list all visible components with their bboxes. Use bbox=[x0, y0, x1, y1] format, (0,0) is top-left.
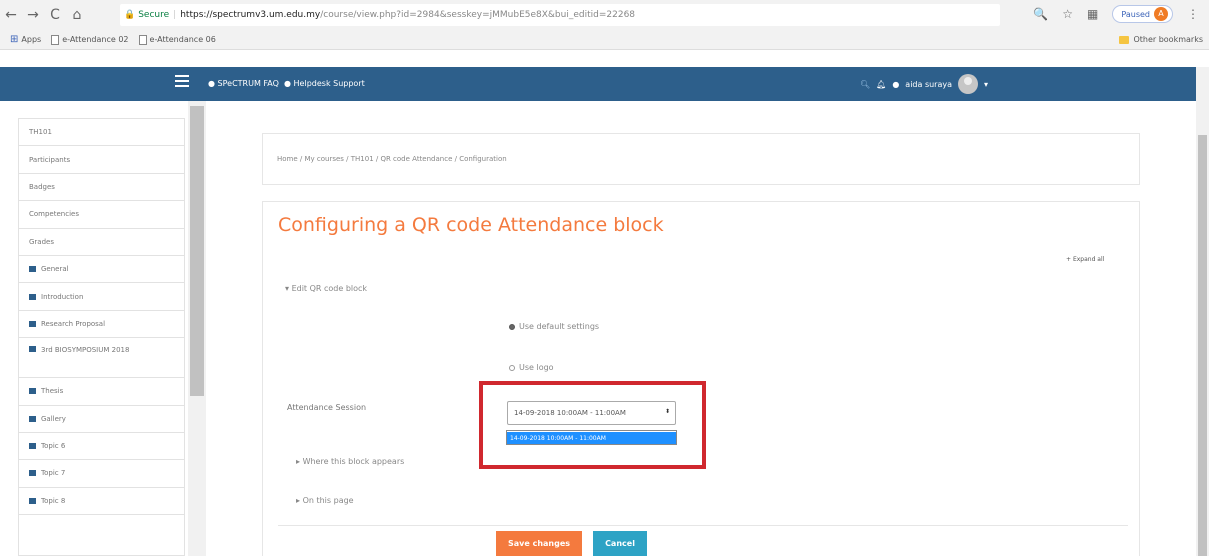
secure-label: Secure bbox=[138, 10, 170, 20]
folder-icon bbox=[29, 443, 36, 450]
search-icon[interactable]: 🔍︎ bbox=[860, 80, 870, 89]
browser-toolbar: ← → C ⌂ 🔒 Secure | https://spectrumv3.um… bbox=[0, 0, 1209, 30]
hamburger-menu-icon[interactable] bbox=[175, 75, 189, 87]
paused-label: Paused bbox=[1121, 9, 1150, 19]
course-sidebar: TH101 Participants Badges Competencies Grade… bbox=[18, 118, 185, 556]
sidebar-item[interactable]: Participants bbox=[19, 146, 184, 174]
folder-icon bbox=[29, 266, 36, 273]
bookmark-label: Apps bbox=[21, 35, 42, 44]
bookmark-apps[interactable]: ⊞ Apps bbox=[10, 34, 41, 45]
profile-avatar: A bbox=[1154, 7, 1168, 21]
sidebar-item-label: Topic 6 bbox=[41, 442, 66, 451]
sidebar-item-label: General bbox=[41, 265, 69, 274]
nav-faq-link[interactable]: ● SPeCTRUM FAQ bbox=[208, 79, 279, 88]
radio-logo[interactable] bbox=[509, 364, 515, 371]
sidebar-item[interactable]: Competencies bbox=[19, 201, 184, 229]
folder-icon bbox=[29, 320, 36, 327]
bell-icon[interactable]: 🔔︎ bbox=[876, 80, 886, 89]
sidebar-item[interactable]: Grades bbox=[19, 229, 184, 256]
address-bar[interactable]: 🔒 Secure | https://spectrumv3.um.edu.my … bbox=[120, 4, 1000, 26]
config-card bbox=[262, 201, 1140, 556]
user-name[interactable]: aida suraya bbox=[905, 80, 952, 89]
bookmark-label: e-Attendance 02 bbox=[62, 35, 129, 44]
sidebar-scrollbar-thumb[interactable] bbox=[190, 106, 204, 396]
reload-icon[interactable]: C bbox=[44, 7, 66, 23]
lock-icon: 🔒 bbox=[124, 10, 136, 20]
sidebar-item-label: Participants bbox=[29, 155, 71, 164]
expand-all-link[interactable]: + Expand all bbox=[1066, 256, 1104, 263]
home-icon[interactable]: ⌂ bbox=[66, 7, 88, 23]
folder-icon bbox=[29, 388, 36, 395]
sidebar-item-label: Competencies bbox=[29, 210, 79, 219]
chevron-down-icon[interactable]: ▾ bbox=[984, 80, 988, 89]
breadcrumb[interactable]: Home / My courses / TH101 / QR code Atte… bbox=[262, 133, 1140, 185]
sidebar-item[interactable]: General bbox=[19, 256, 184, 284]
back-icon[interactable]: ← bbox=[0, 7, 22, 23]
sidebar-item[interactable]: TH101 bbox=[19, 119, 184, 147]
bookmarks-bar: ⊞ Apps e-Attendance 02 e-Attendance 06 O… bbox=[0, 30, 1209, 50]
sidebar-item-label: Introduction bbox=[41, 292, 84, 301]
extension-icon[interactable]: ▦ bbox=[1087, 7, 1098, 21]
default-settings-option[interactable]: Use default settings bbox=[509, 322, 599, 331]
sidebar-item-label: TH101 bbox=[29, 128, 52, 137]
url-host: https://spectrumv3.um.edu.my bbox=[180, 10, 321, 20]
sidebar-item[interactable]: Topic 8 bbox=[19, 488, 184, 516]
red-highlight-box bbox=[479, 381, 706, 469]
divider bbox=[278, 525, 1128, 526]
bookmark-item[interactable]: e-Attendance 02 bbox=[51, 34, 129, 45]
sidebar-item-label: Badges bbox=[29, 182, 55, 191]
folder-icon bbox=[29, 470, 36, 477]
page-scrollbar-thumb[interactable] bbox=[1198, 135, 1207, 556]
sidebar-item-label: Gallery bbox=[41, 414, 66, 423]
bookmark-label: e-Attendance 06 bbox=[149, 35, 216, 44]
edit-section-toggle[interactable]: ▾ Edit QR code block bbox=[285, 284, 367, 293]
cancel-button[interactable]: Cancel bbox=[593, 531, 647, 556]
zoom-icon[interactable]: 🔍 bbox=[1033, 7, 1048, 21]
use-logo-option[interactable]: Use logo bbox=[509, 363, 554, 372]
sidebar-item[interactable]: Research Proposal bbox=[19, 311, 184, 339]
apps-grid-icon: ⊞ bbox=[10, 34, 19, 45]
attendance-session-label: Attendance Session bbox=[287, 403, 367, 412]
save-changes-button[interactable]: Save changes bbox=[496, 531, 582, 556]
sidebar-item[interactable]: Thesis bbox=[19, 378, 184, 406]
folder-icon bbox=[29, 415, 36, 422]
menu-icon[interactable]: ⋮ bbox=[1187, 7, 1199, 21]
other-bookmarks-label: Other bookmarks bbox=[1133, 35, 1203, 44]
radio-default[interactable] bbox=[509, 323, 515, 330]
sidebar-item[interactable]: Badges bbox=[19, 174, 184, 202]
page-icon bbox=[51, 34, 60, 45]
site-navbar: ● SPeCTRUM FAQ ● Helpdesk Support 🔍︎ 🔔︎ … bbox=[0, 67, 1196, 101]
sidebar-item[interactable]: 3rd BIOSYMPOSIUM 2018 bbox=[19, 338, 184, 379]
sidebar-item[interactable]: Gallery bbox=[19, 406, 184, 433]
nav-helpdesk-link[interactable]: ● Helpdesk Support bbox=[284, 79, 365, 88]
folder-icon bbox=[1119, 35, 1130, 44]
page-icon bbox=[138, 34, 147, 45]
where-section-toggle[interactable]: ▸ Where this block appears bbox=[296, 457, 404, 466]
sidebar-item-label: Topic 7 bbox=[41, 469, 66, 478]
forward-icon[interactable]: → bbox=[22, 7, 44, 23]
sidebar-item[interactable]: Topic 7 bbox=[19, 460, 184, 488]
folder-icon bbox=[29, 293, 36, 300]
star-icon[interactable]: ☆ bbox=[1062, 7, 1073, 21]
sidebar-item-label: Topic 8 bbox=[41, 496, 66, 505]
sidebar-item-label: Thesis bbox=[41, 387, 64, 396]
profile-button[interactable]: Paused A bbox=[1112, 5, 1173, 23]
bookmark-item[interactable]: e-Attendance 06 bbox=[138, 34, 216, 45]
sidebar-item[interactable]: Topic 6 bbox=[19, 433, 184, 461]
sidebar-item-label: Grades bbox=[29, 237, 54, 246]
other-bookmarks[interactable]: Other bookmarks bbox=[1119, 35, 1203, 44]
page-title: Configuring a QR code Attendance block bbox=[278, 214, 664, 236]
sidebar-item-label: 3rd BIOSYMPOSIUM 2018 bbox=[41, 346, 130, 355]
folder-icon bbox=[29, 497, 36, 504]
url-path: /course/view.php?id=2984&sesskey=jMMubE5… bbox=[320, 10, 636, 20]
sidebar-item[interactable]: Introduction bbox=[19, 283, 184, 311]
sidebar-item-label: Research Proposal bbox=[41, 319, 106, 328]
user-avatar[interactable] bbox=[958, 74, 979, 94]
folder-icon bbox=[29, 346, 36, 353]
message-icon[interactable]: ● bbox=[892, 80, 899, 89]
on-page-section-toggle[interactable]: ▸ On this page bbox=[296, 496, 354, 505]
separator: | bbox=[173, 10, 177, 20]
